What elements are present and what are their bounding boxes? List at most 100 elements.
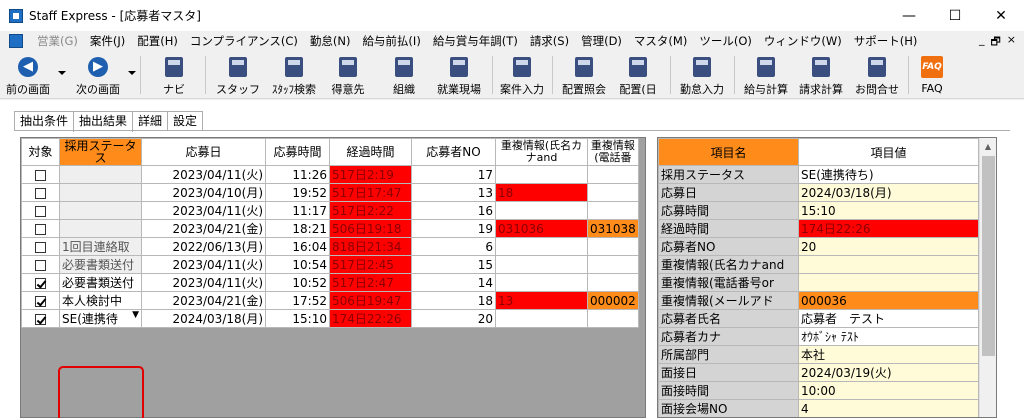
detail-row[interactable]: 応募日 2024/03/18(月) [658, 183, 979, 202]
elapsed-cell-container[interactable]: 517日2:19 [329, 165, 412, 184]
job-entry-button[interactable]: 案件入力 [496, 53, 548, 97]
site-button[interactable]: 就業現場 [432, 53, 486, 97]
elapsed-cell-container[interactable]: 517日2:45 [329, 255, 412, 274]
applicant-no-cell-container[interactable]: 18 [411, 291, 496, 310]
detail-row[interactable]: 面接会場NO 4 [658, 399, 979, 417]
date-cell-container[interactable]: 2023/04/11(火) [141, 273, 266, 292]
next-dropdown-icon[interactable] [128, 71, 136, 75]
detail-row[interactable]: 経過時間 174日22:26 [658, 219, 979, 238]
col-header-dup-name[interactable]: 重複情報(氏名カナand [495, 138, 588, 166]
document-icon[interactable] [9, 34, 23, 48]
row-checkbox[interactable] [35, 169, 46, 181]
row-checkbox[interactable] [35, 295, 46, 307]
time-cell-container[interactable]: 15:10 [265, 309, 330, 328]
menu-payroll[interactable]: 給与賞与年調(T) [427, 33, 524, 49]
detail-row[interactable]: 面接時間 10:00 [658, 381, 979, 400]
detail-row[interactable]: 応募者NO 20 [658, 237, 979, 256]
status-cell-container[interactable]: 必要書類送付 [59, 273, 142, 292]
close-button[interactable]: ✕ [978, 0, 1024, 31]
tab-results[interactable]: 抽出結果 [73, 111, 134, 132]
table-row[interactable]: 本人検討中 2023/04/21(金) 17:52 506日19:47 18 13 0000… [21, 291, 639, 310]
detail-row[interactable]: 重複情報(メールアド 000036 [658, 291, 979, 310]
mdi-restore-button[interactable]: 🗗 [990, 33, 1000, 52]
detail-value[interactable]: 応募者 テスト [798, 309, 979, 328]
next-button[interactable]: ▶ 次の画面 [72, 53, 124, 97]
billing-button[interactable]: 請求計算 [794, 53, 848, 97]
back-dropdown-icon[interactable] [58, 71, 66, 75]
detail-row[interactable]: 応募者氏名 応募者 テスト [658, 309, 979, 328]
col-header-apply-time[interactable]: 応募時間 [265, 138, 330, 166]
checkbox-cell[interactable] [21, 201, 60, 220]
menu-window[interactable]: ウィンドウ(W) [758, 33, 848, 49]
tab-details[interactable]: 詳細 [132, 111, 169, 131]
staff-search-button[interactable]: ｽﾀｯﾌ検索 [266, 53, 322, 97]
tab-settings[interactable]: 設定 [167, 111, 204, 131]
dup-phone-cell-container[interactable] [587, 237, 639, 256]
dup-phone-cell-container[interactable] [587, 165, 639, 184]
row-checkbox[interactable] [35, 277, 46, 289]
client-button[interactable]: 得意先 [326, 53, 370, 97]
applicant-no-cell-container[interactable]: 19 [411, 219, 496, 238]
detail-value[interactable] [798, 273, 979, 292]
menu-sales[interactable]: 営業(G) [31, 33, 84, 49]
menu-advance-pay[interactable]: 給与前払(I) [356, 33, 426, 49]
detail-row[interactable]: 所属部門 本社 [658, 345, 979, 364]
detail-row[interactable]: 重複情報(氏名カナand [658, 255, 979, 274]
time-cell-container[interactable]: 16:04 [265, 237, 330, 256]
dup-phone-cell-container[interactable]: 000002 [587, 291, 639, 310]
row-checkbox[interactable] [35, 259, 46, 271]
elapsed-cell-container[interactable]: 174日22:26 [329, 309, 412, 328]
row-checkbox[interactable] [35, 187, 46, 199]
dup-name-cell-container[interactable] [495, 273, 588, 292]
time-cell-container[interactable]: 11:26 [265, 165, 330, 184]
detail-row[interactable]: 採用ステータス SE(連携待ち) [658, 165, 979, 184]
detail-value[interactable]: ｵｳﾎﾞｼｬ ﾃｽﾄ [798, 327, 979, 346]
back-button[interactable]: ◀ 前の画面 [4, 53, 52, 97]
dropdown-icon[interactable]: ▼ [132, 311, 139, 321]
minimize-button[interactable]: — [886, 0, 932, 31]
time-cell-container[interactable]: 18:21 [265, 219, 330, 238]
inquiry-button[interactable]: お問合せ [850, 53, 904, 97]
attendance-button[interactable]: 勤怠入力 [676, 53, 728, 97]
dup-name-cell-container[interactable]: 13 [495, 291, 588, 310]
time-cell-container[interactable]: 10:54 [265, 255, 330, 274]
detail-header-name[interactable]: 項目名 [658, 138, 799, 166]
checkbox-cell[interactable] [21, 219, 60, 238]
dup-name-cell-container[interactable]: 18 [495, 183, 588, 202]
table-row[interactable]: ▼ SE(連携待 2024/03/18(月) 15:10 174日22:26 20 [21, 309, 639, 328]
menu-master[interactable]: マスタ(M) [628, 33, 693, 49]
detail-value[interactable]: 本社 [798, 345, 979, 364]
detail-row[interactable]: 面接日 2024/03/19(火) [658, 363, 979, 382]
detail-value[interactable]: 000036 [798, 291, 979, 310]
dup-name-cell-container[interactable] [495, 201, 588, 220]
dup-phone-cell-container[interactable] [587, 201, 639, 220]
detail-scrollbar[interactable]: ▲ [979, 138, 996, 417]
checkbox-cell[interactable] [21, 273, 60, 292]
table-row[interactable]: 2023/04/11(火) 11:17 517日2:22 16 [21, 201, 639, 220]
checkbox-cell[interactable] [21, 183, 60, 202]
dup-phone-cell-container[interactable] [587, 273, 639, 292]
scroll-thumb[interactable] [982, 156, 995, 356]
time-cell-container[interactable]: 19:52 [265, 183, 330, 202]
row-checkbox[interactable] [35, 313, 46, 325]
row-checkbox[interactable] [35, 223, 46, 235]
date-cell-container[interactable]: 2023/04/10(月) [141, 183, 266, 202]
applicant-no-cell-container[interactable]: 16 [411, 201, 496, 220]
applicant-no-cell-container[interactable]: 15 [411, 255, 496, 274]
elapsed-cell-container[interactable]: 517日2:22 [329, 201, 412, 220]
menu-compliance[interactable]: コンプライアンス(C) [184, 33, 304, 49]
detail-value[interactable]: 174日22:26 [798, 219, 979, 238]
date-cell-container[interactable]: 2023/04/11(火) [141, 165, 266, 184]
applicant-no-cell-container[interactable]: 6 [411, 237, 496, 256]
row-checkbox[interactable] [35, 205, 46, 217]
checkbox-cell[interactable] [21, 165, 60, 184]
results-grid[interactable]: 対象 採用ステータス 応募日 応募時間 経過時間 応募者NO 重複情報(氏名カナ… [20, 137, 646, 418]
table-row[interactable]: 必要書類送付 2023/04/11(火) 10:54 517日2:45 15 [21, 255, 639, 274]
menu-support[interactable]: サポート(H) [848, 33, 924, 49]
org-button[interactable]: 組織 [382, 53, 426, 97]
date-cell-container[interactable]: 2024/03/18(月) [141, 309, 266, 328]
date-cell-container[interactable]: 2023/04/21(金) [141, 291, 266, 310]
status-cell-container[interactable]: 本人検討中 [59, 291, 142, 310]
staff-button[interactable]: スタッフ [216, 53, 260, 97]
status-cell-container[interactable]: ▼ SE(連携待 [59, 309, 142, 328]
